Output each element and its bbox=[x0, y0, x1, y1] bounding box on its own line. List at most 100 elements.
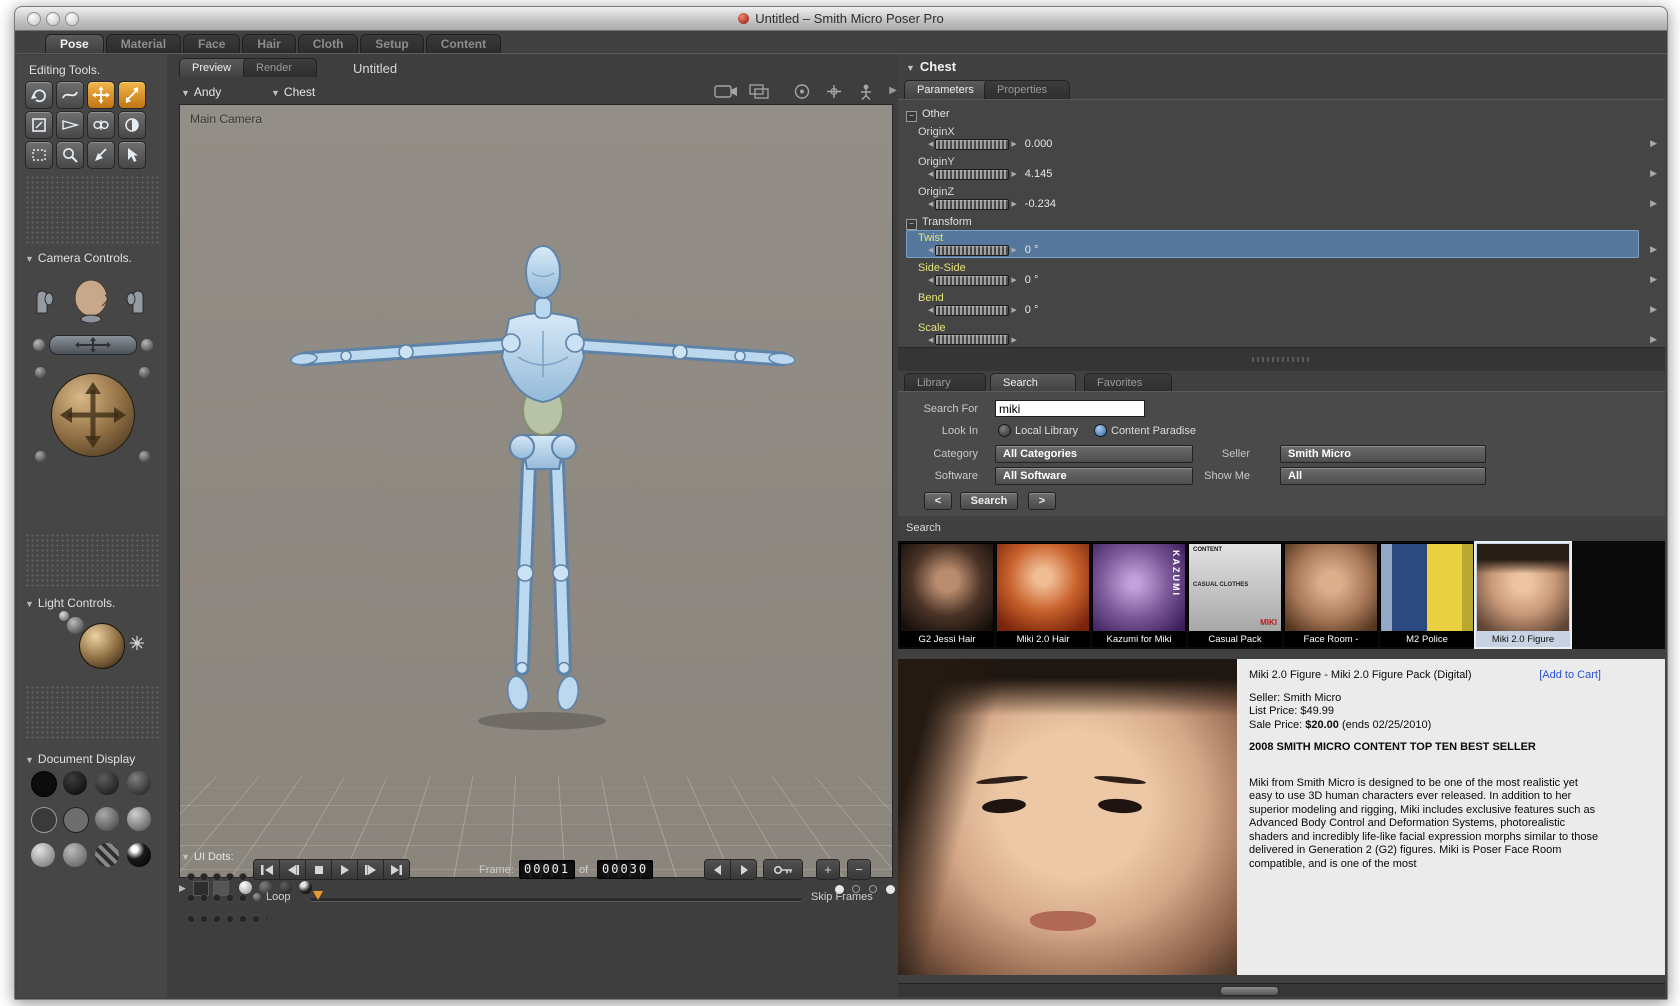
taper-tool[interactable] bbox=[56, 111, 84, 139]
rotate-tool[interactable] bbox=[25, 81, 53, 109]
param-dial-scale[interactable]: ◀ ▶ bbox=[928, 334, 1025, 345]
mannequin-figure[interactable] bbox=[180, 105, 892, 877]
dial[interactable] bbox=[935, 304, 1010, 316]
param-dial-originy[interactable]: ◀ ▶ 4.145 bbox=[928, 168, 1052, 180]
display-style-cartoon[interactable] bbox=[127, 807, 151, 831]
figure-visibility-icon[interactable] bbox=[853, 83, 879, 100]
camera-trackball[interactable] bbox=[51, 373, 135, 457]
viewport[interactable]: Main Camera bbox=[179, 104, 893, 878]
display-style-smooth-lined[interactable] bbox=[63, 843, 87, 867]
tab-properties[interactable]: Properties bbox=[984, 80, 1070, 99]
param-dial-bend[interactable]: ◀ ▶ 0 ° bbox=[928, 304, 1038, 316]
footer-expand-arrow[interactable]: ▶ bbox=[179, 883, 186, 894]
translate-in-out-tool[interactable] bbox=[118, 81, 146, 109]
display-style-lit-wireframe[interactable] bbox=[31, 807, 57, 833]
search-input[interactable] bbox=[995, 400, 1145, 417]
tracking-icon[interactable] bbox=[821, 83, 847, 100]
tab-library[interactable]: Library bbox=[904, 373, 986, 392]
current-frame-counter[interactable]: 00001 bbox=[519, 860, 576, 879]
play-button[interactable] bbox=[332, 860, 358, 879]
ui-dots-grid[interactable] bbox=[187, 873, 267, 935]
category-dropdown[interactable]: All Categories bbox=[995, 445, 1193, 463]
param-menu-arrow[interactable]: ▶ bbox=[1650, 274, 1657, 285]
display-style-smooth-shaded[interactable] bbox=[31, 843, 55, 867]
camera-zoom-dot[interactable] bbox=[141, 339, 153, 351]
camera-hand-right-icon[interactable] bbox=[123, 283, 149, 315]
morphing-tool[interactable] bbox=[87, 141, 115, 169]
dial[interactable] bbox=[935, 168, 1010, 180]
param-menu-arrow[interactable]: ▶ bbox=[1650, 138, 1657, 149]
actor-name-header[interactable]: ▼ Chest bbox=[906, 59, 956, 74]
content-paradise-radio-label[interactable]: Content Paradise bbox=[1111, 425, 1196, 437]
camera-controls-header[interactable]: ▼ Camera Controls. bbox=[25, 251, 132, 265]
step-back-button[interactable] bbox=[705, 860, 731, 879]
param-menu-arrow[interactable]: ▶ bbox=[1650, 168, 1657, 179]
show-me-dropdown[interactable]: All bbox=[1280, 467, 1486, 485]
param-menu-arrow[interactable]: ▶ bbox=[1650, 198, 1657, 209]
param-menu-arrow[interactable]: ▶ bbox=[1650, 244, 1657, 255]
result-thumb-miki-hair[interactable]: Miki 2.0 Hair bbox=[996, 543, 1090, 647]
result-thumb-g2-jessi-hair[interactable]: G2 Jessi Hair bbox=[900, 543, 994, 647]
last-frame-button[interactable] bbox=[384, 860, 409, 879]
camera-view-icon[interactable] bbox=[713, 83, 739, 100]
direct-manipulation-tool[interactable] bbox=[118, 141, 146, 169]
group-transform[interactable]: − Transform bbox=[906, 216, 972, 230]
light-controls-header[interactable]: ▼ Light Controls. bbox=[25, 596, 115, 610]
result-thumb-casual-pack[interactable]: CONTENT CASUAL CLOTHES MIKI Casual Pack bbox=[1188, 543, 1282, 647]
display-style-hidden-line[interactable] bbox=[127, 771, 151, 795]
dial[interactable] bbox=[935, 334, 1010, 345]
seller-dropdown[interactable]: Smith Micro bbox=[1280, 445, 1486, 463]
timeline-position-marker[interactable] bbox=[313, 891, 323, 900]
param-menu-arrow[interactable]: ▶ bbox=[1650, 334, 1657, 345]
total-frames-counter[interactable]: 00030 bbox=[597, 860, 654, 879]
ui-dots-header[interactable]: ▼ UI Dots: bbox=[181, 851, 234, 863]
param-dial-originz[interactable]: ◀ ▶ -0.234 bbox=[928, 198, 1056, 210]
tab-material[interactable]: Material bbox=[105, 34, 182, 54]
light-indicator-medium[interactable] bbox=[67, 617, 84, 634]
grouping-tool[interactable] bbox=[25, 141, 53, 169]
tracking-mode-dot-4[interactable] bbox=[886, 885, 895, 894]
twist-tool[interactable] bbox=[56, 81, 84, 109]
tab-render[interactable]: Render bbox=[243, 58, 317, 77]
tab-search[interactable]: Search bbox=[990, 373, 1076, 392]
dial[interactable] bbox=[935, 274, 1010, 286]
tab-pose[interactable]: Pose bbox=[45, 34, 104, 54]
delete-keyframe-button[interactable]: − bbox=[848, 860, 870, 879]
tab-setup[interactable]: Setup bbox=[360, 34, 424, 54]
local-library-radio[interactable] bbox=[998, 424, 1011, 437]
panel-collapse-arrow[interactable]: ▶ bbox=[889, 85, 897, 96]
tab-cloth[interactable]: Cloth bbox=[297, 34, 359, 54]
param-dial-originx[interactable]: ◀ ▶ 0.000 bbox=[928, 138, 1052, 150]
result-thumb-m2-police[interactable]: M2 Police bbox=[1380, 543, 1474, 647]
tab-face[interactable]: Face bbox=[183, 34, 241, 54]
camera-dolly-dot[interactable] bbox=[33, 339, 45, 351]
param-dial-side-side[interactable]: ◀ ▶ 0 ° bbox=[928, 274, 1038, 286]
display-style-silhouette[interactable] bbox=[31, 771, 57, 797]
figure-selector[interactable]: ▼ Andy bbox=[181, 85, 221, 99]
camera-orbit-dot-4[interactable] bbox=[139, 451, 150, 462]
display-style-wireframe[interactable] bbox=[95, 771, 119, 795]
library-horizontal-scrollbar[interactable] bbox=[898, 983, 1665, 997]
display-style-texture-shaded[interactable] bbox=[95, 843, 119, 867]
view-magnifier-tool[interactable] bbox=[56, 141, 84, 169]
result-thumb-kazumi[interactable]: KAZUMI Kazumi for Miki bbox=[1092, 543, 1186, 647]
color-tool[interactable] bbox=[118, 111, 146, 139]
loop-toggle[interactable]: Loop bbox=[253, 891, 290, 903]
multi-view-icon[interactable] bbox=[747, 83, 773, 100]
depth-cue-icon[interactable] bbox=[789, 83, 815, 100]
camera-plane-control[interactable] bbox=[49, 335, 137, 355]
software-dropdown[interactable]: All Software bbox=[995, 467, 1193, 485]
camera-orbit-dot-3[interactable] bbox=[35, 451, 46, 462]
first-frame-button[interactable] bbox=[254, 860, 280, 879]
quick-display-style-4[interactable] bbox=[299, 881, 312, 894]
step-forward-button[interactable] bbox=[731, 860, 756, 879]
document-display-header[interactable]: ▼ Document Display bbox=[25, 752, 135, 766]
next-results-button[interactable]: > bbox=[1028, 492, 1056, 510]
param-dial-twist[interactable]: ◀ ▶ 0 ° bbox=[928, 244, 1038, 256]
add-to-cart-link[interactable]: [Add to Cart] bbox=[1539, 669, 1601, 683]
stop-button[interactable] bbox=[306, 860, 332, 879]
display-style-render[interactable] bbox=[127, 843, 151, 867]
light-sun-icon[interactable] bbox=[129, 635, 145, 651]
result-thumb-face-room[interactable]: Face Room - bbox=[1284, 543, 1378, 647]
dial[interactable] bbox=[935, 244, 1010, 256]
